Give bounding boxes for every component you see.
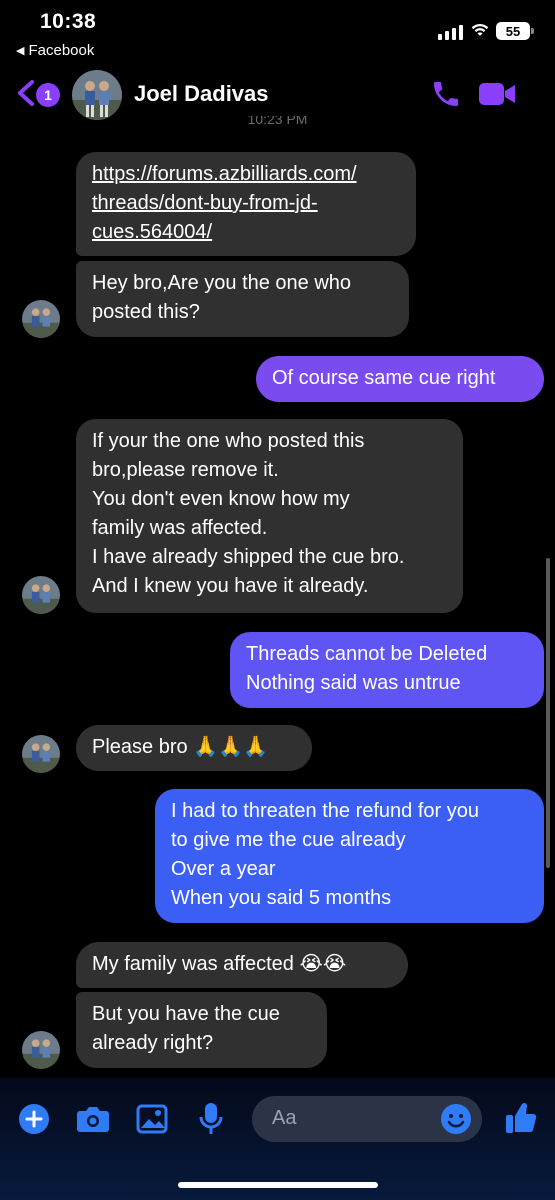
message-bubble-incoming[interactable]: If your the one who posted this bro,plea… (76, 419, 463, 613)
status-time: 10:38 (40, 10, 97, 33)
contact-avatar[interactable] (72, 70, 122, 120)
home-indicator[interactable] (178, 1182, 378, 1188)
microphone-icon[interactable] (198, 1102, 224, 1136)
emoji-icon[interactable] (440, 1103, 472, 1135)
message-bubble-incoming[interactable]: Hey bro,Are you the one who posted this? (76, 261, 409, 337)
message-bubble-outgoing[interactable]: I had to threaten the refund for you to … (155, 789, 544, 923)
sender-avatar[interactable] (22, 576, 60, 614)
message-bubble-incoming[interactable]: Please bro 🙏🙏🙏 (76, 725, 312, 771)
message-bubble-incoming[interactable]: My family was affected 😭😭 (76, 942, 408, 988)
unread-badge[interactable]: 1 (36, 83, 60, 107)
sender-avatar[interactable] (22, 300, 60, 338)
back-app-label: Facebook (28, 42, 95, 59)
scrollbar[interactable] (546, 558, 550, 868)
thumbs-up-icon[interactable] (504, 1100, 538, 1136)
sender-avatar[interactable] (22, 1031, 60, 1069)
timestamp-divider: 10:23 PM (247, 116, 308, 127)
phone-call-icon[interactable] (430, 78, 462, 110)
plus-icon[interactable] (18, 1103, 50, 1135)
contact-name[interactable]: Joel Dadivas (134, 81, 269, 107)
back-triangle-icon: ◀ (16, 45, 25, 57)
camera-icon[interactable] (76, 1104, 110, 1134)
gallery-icon[interactable] (136, 1104, 168, 1134)
message-input-placeholder: Aa (272, 1107, 297, 1129)
cellular-signal-icon (438, 24, 463, 40)
battery-indicator: 55 (496, 22, 534, 40)
message-bubble-link[interactable]: https://forums.azbilliards.com/ threads/… (76, 152, 416, 256)
message-bubble-outgoing[interactable]: Threads cannot be Deleted Nothing said w… (230, 632, 544, 708)
message-link-text[interactable]: https://forums.azbilliards.com/ threads/… (92, 163, 357, 243)
sender-avatar[interactable] (22, 735, 60, 773)
video-call-icon[interactable] (478, 80, 516, 108)
back-chevron-icon[interactable] (14, 78, 38, 108)
wifi-icon (471, 23, 489, 36)
message-bubble-incoming[interactable]: But you have the cue already right? (76, 992, 327, 1068)
message-bubble-outgoing[interactable]: Of course same cue right (256, 356, 544, 402)
back-to-app-link[interactable]: ◀ Facebook (16, 42, 94, 59)
